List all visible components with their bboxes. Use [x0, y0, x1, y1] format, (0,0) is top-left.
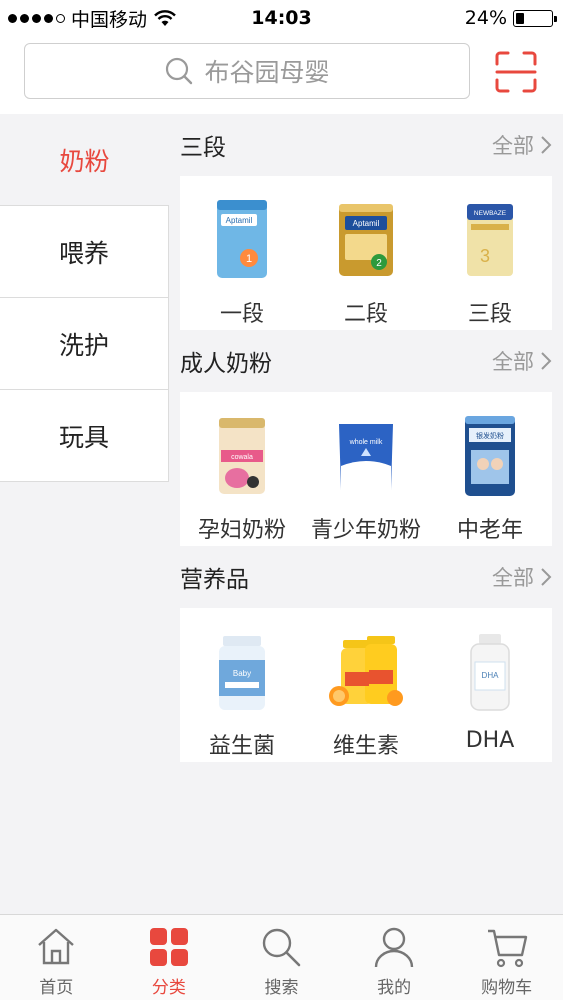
product-card-row: Baby 益生菌 维生素 DHA DHA: [180, 608, 552, 762]
product-item[interactable]: 维生素: [304, 626, 428, 760]
aptamil-gold-stage2-can-icon: Aptamil 2: [339, 204, 393, 276]
product-label: 三段: [467, 302, 512, 327]
search-icon: [263, 928, 301, 967]
product-item[interactable]: Baby 益生菌: [180, 626, 304, 760]
product-label: 益生菌: [208, 734, 275, 759]
tab-label: 购物车: [481, 978, 533, 998]
status-bar: 中国移动 14:03 24%: [0, 0, 563, 36]
product-item[interactable]: DHA DHA: [428, 626, 552, 753]
sidebar-item-label: 奶粉: [59, 146, 110, 176]
product-label: 维生素: [332, 734, 399, 759]
svg-text:cowala: cowala: [231, 454, 253, 461]
tab-label: 首页: [39, 978, 74, 998]
product-label: DHA: [465, 728, 515, 753]
status-left: 中国移动: [8, 5, 177, 32]
tab-label: 分类: [151, 978, 186, 998]
product-item[interactable]: 银发奶粉 中老年: [428, 410, 552, 544]
svg-text:Aptamil: Aptamil: [353, 219, 380, 228]
status-time: 14:03: [251, 7, 312, 29]
chevron-right-icon: [541, 352, 552, 370]
section-all-link[interactable]: 全部: [492, 130, 552, 160]
section-title: 成人奶粉: [180, 351, 272, 377]
product-item[interactable]: Aptamil 2 二段: [304, 194, 428, 328]
section-all-link[interactable]: 全部: [492, 346, 552, 376]
search-input[interactable]: 布谷园母婴: [24, 43, 470, 99]
svg-text:Baby: Baby: [233, 669, 251, 678]
section-title: 三段: [180, 135, 226, 161]
section-header-nutrition: 营养品 全部: [180, 546, 552, 608]
status-right: 24%: [464, 7, 557, 29]
scan-icon[interactable]: [494, 50, 538, 94]
probiotic-bottle-icon: Baby: [219, 636, 265, 710]
svg-text:2: 2: [376, 258, 382, 269]
wifi-icon: [154, 10, 176, 26]
sidebar-item-feeding[interactable]: 喂养: [0, 206, 169, 298]
sidebar-item-label: 玩具: [58, 422, 109, 452]
sidebar-item-bath-care[interactable]: 洗护: [0, 298, 169, 390]
content-area: 奶粉 喂养 洗护 玩具 三段 全部 Aptamil 1 一段 Aptamil 2…: [0, 114, 563, 914]
svg-text:3: 3: [480, 246, 490, 266]
chevron-right-icon: [541, 568, 552, 586]
product-panel: 三段 全部 Aptamil 1 一段 Aptamil 2 二段 NEWBAZE …: [169, 114, 563, 914]
section-all-label: 全部: [492, 134, 534, 158]
svg-text:DHA: DHA: [482, 671, 500, 680]
maternal-milk-can-icon: cowala: [219, 418, 265, 494]
user-icon: [374, 927, 414, 968]
product-label: 孕妇奶粉: [197, 518, 286, 543]
search-placeholder: 布谷园母婴: [204, 58, 330, 87]
product-label: 青少年奶粉: [310, 518, 421, 543]
section-all-label: 全部: [492, 566, 534, 590]
search-icon: [166, 57, 193, 85]
tab-cart[interactable]: 购物车: [450, 915, 563, 1000]
chevron-right-icon: [541, 136, 552, 154]
sidebar-item-toys[interactable]: 玩具: [0, 390, 169, 482]
battery-percent: 24%: [464, 7, 507, 29]
svg-text:whole milk: whole milk: [349, 439, 383, 446]
newbaze-stage3-can-icon: NEWBAZE 3: [467, 204, 513, 276]
aptamil-stage1-can-icon: Aptamil 1: [217, 200, 267, 278]
category-icon: [149, 928, 188, 966]
dha-bottle-icon: DHA: [470, 634, 510, 711]
signal-strength-icon: [8, 13, 65, 23]
svg-text:NEWBAZE: NEWBAZE: [474, 210, 507, 217]
svg-text:银发奶粉: 银发奶粉: [476, 431, 504, 440]
section-title: 营养品: [180, 567, 249, 593]
bottom-tab-bar: 首页 分类 搜索 我的 购物车: [0, 914, 563, 1000]
section-header-stage: 三段 全部: [180, 114, 552, 176]
vitamin-jars-icon: [329, 636, 403, 706]
category-sidebar: 奶粉 喂养 洗护 玩具: [0, 114, 169, 914]
tab-category[interactable]: 分类: [113, 915, 226, 1000]
tab-search[interactable]: 搜索: [225, 915, 338, 1000]
section-all-label: 全部: [492, 350, 534, 374]
home-icon: [38, 928, 75, 965]
tab-label: 我的: [377, 978, 412, 998]
section-all-link[interactable]: 全部: [492, 562, 552, 592]
product-card-row: Aptamil 1 一段 Aptamil 2 二段 NEWBAZE 3 三段: [180, 176, 552, 330]
product-item[interactable]: cowala 孕妇奶粉: [180, 410, 304, 544]
product-item[interactable]: whole milk 青少年奶粉: [304, 410, 428, 544]
tab-home[interactable]: 首页: [0, 915, 113, 1000]
product-card-row: cowala 孕妇奶粉 whole milk 青少年奶粉 银发奶粉 中老年: [180, 392, 552, 546]
sidebar-item-milk-powder[interactable]: 奶粉: [0, 114, 169, 206]
product-label: 一段: [219, 302, 264, 327]
product-item[interactable]: NEWBAZE 3 三段: [428, 194, 552, 328]
product-label: 二段: [343, 302, 388, 327]
tab-label: 搜索: [264, 978, 299, 998]
cart-icon: [487, 929, 527, 968]
product-label: 中老年: [456, 518, 523, 543]
svg-text:1: 1: [246, 253, 252, 265]
search-header: 布谷园母婴: [0, 36, 563, 114]
tab-me[interactable]: 我的: [338, 915, 451, 1000]
senior-milk-can-icon: 银发奶粉: [465, 416, 515, 496]
battery-fill: [516, 12, 525, 24]
battery-icon: [513, 9, 557, 27]
sidebar-item-label: 喂养: [58, 238, 109, 268]
teen-milk-bag-icon: whole milk: [339, 424, 393, 490]
sidebar-item-label: 洗护: [58, 330, 109, 360]
section-header-adult-milk: 成人奶粉 全部: [180, 330, 552, 392]
carrier-name: 中国移动: [71, 8, 148, 31]
product-item[interactable]: Aptamil 1 一段: [180, 194, 304, 328]
svg-text:Aptamil: Aptamil: [226, 216, 253, 225]
